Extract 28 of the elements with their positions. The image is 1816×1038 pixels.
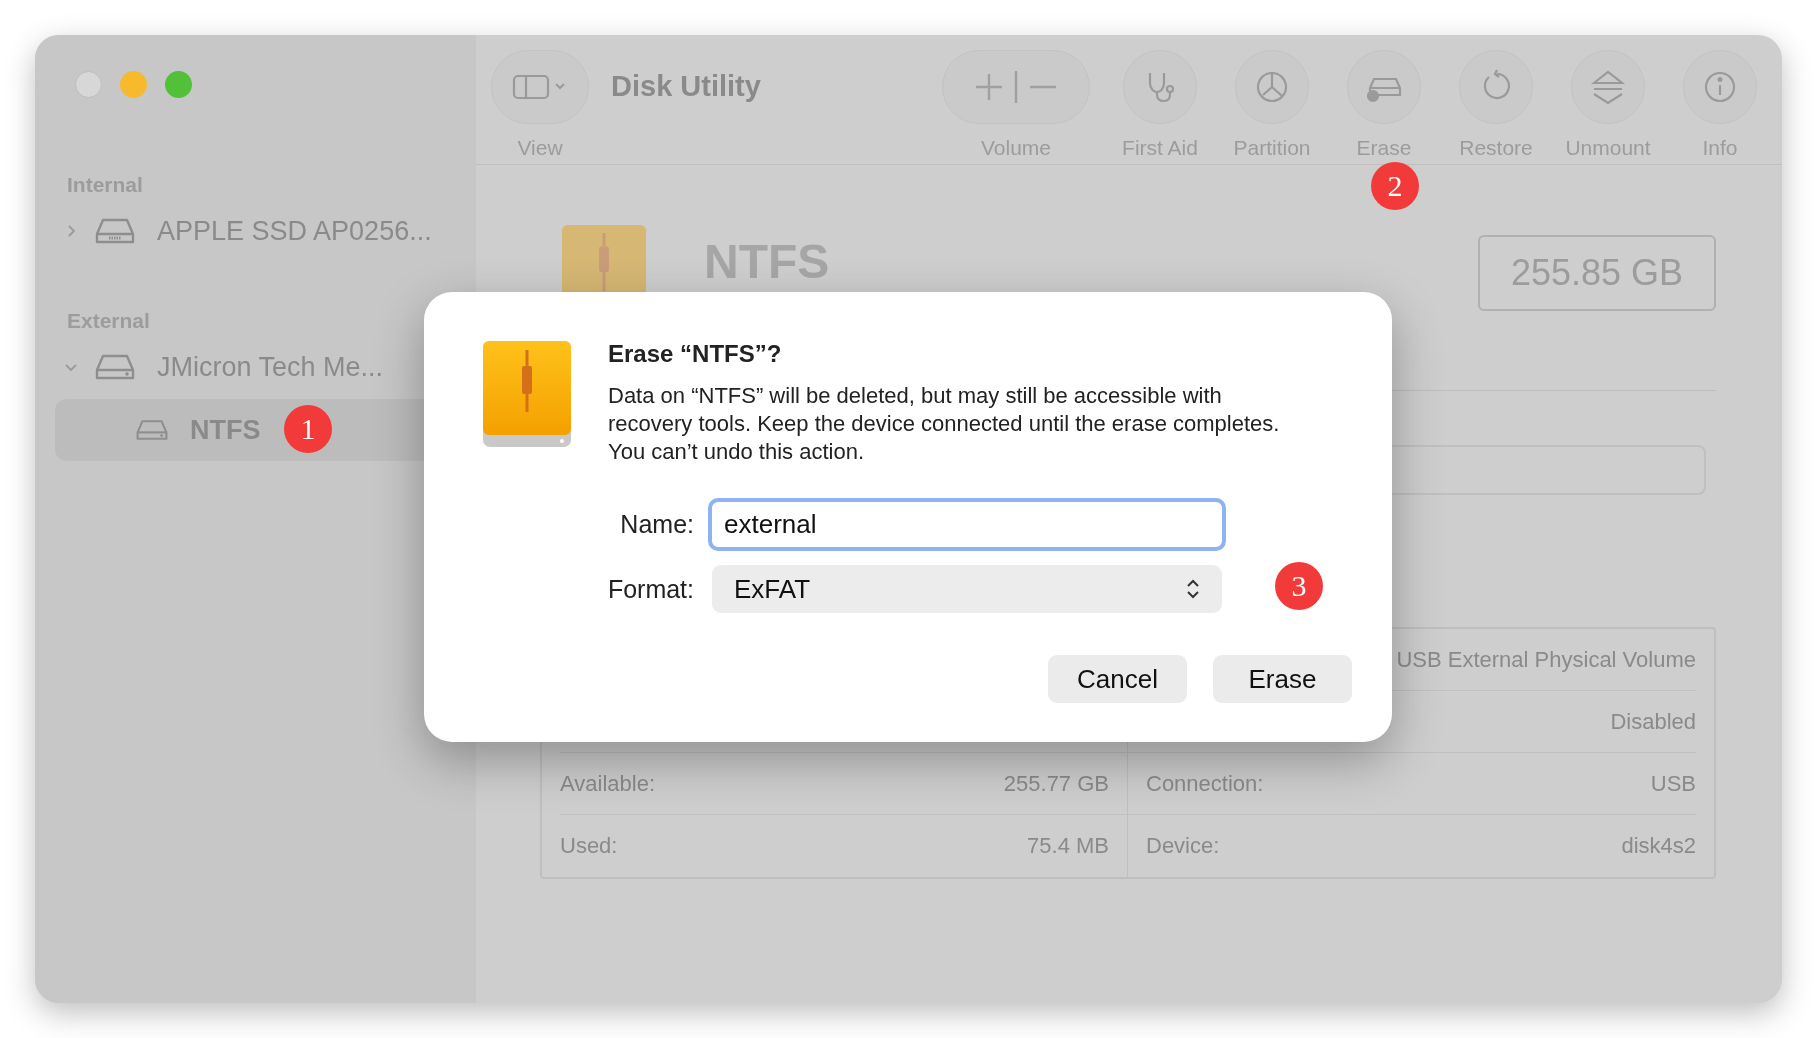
info-value: 255.77 GB [1003,770,1109,797]
info-label: Connection: [1146,770,1264,797]
erase-button[interactable]: Erase [1213,655,1352,703]
drive-icon [95,352,135,382]
cancel-button[interactable]: Cancel [1048,655,1187,703]
up-down-arrows-icon [1186,578,1200,600]
format-dropdown[interactable]: ExFAT [712,565,1222,613]
info-value: USB [1650,770,1696,797]
close-button[interactable] [75,71,102,98]
external-drive-icon [482,340,572,450]
zoom-button[interactable] [165,71,192,98]
dialog-message: Data on “NTFS” will be deleted, but may still be accessible with recovery tools. Keep the device connected until the erase completes. You can’t undo this action. [608,382,1281,466]
info-value: USB External Physical Volume [1396,646,1696,673]
info-value: Disabled [1610,708,1696,735]
info-value: disk4s2 [1621,833,1696,859]
dialog-title: Erase “NTFS”? [608,340,783,368]
info-label: Available: [560,770,655,797]
info-label: Used: [560,833,618,859]
drive-icon [136,418,168,442]
drive-icon [95,216,135,246]
minimize-button[interactable] [120,71,147,98]
info-value: 75.4 MB [1027,833,1109,859]
name-field[interactable]: external [708,498,1226,551]
format-label: Format: [606,574,694,604]
name-label: Name: [619,510,694,539]
info-label: Device: [1146,833,1220,859]
step-badge: 2 [1371,162,1419,210]
window-title: Disk Utility [611,70,761,103]
